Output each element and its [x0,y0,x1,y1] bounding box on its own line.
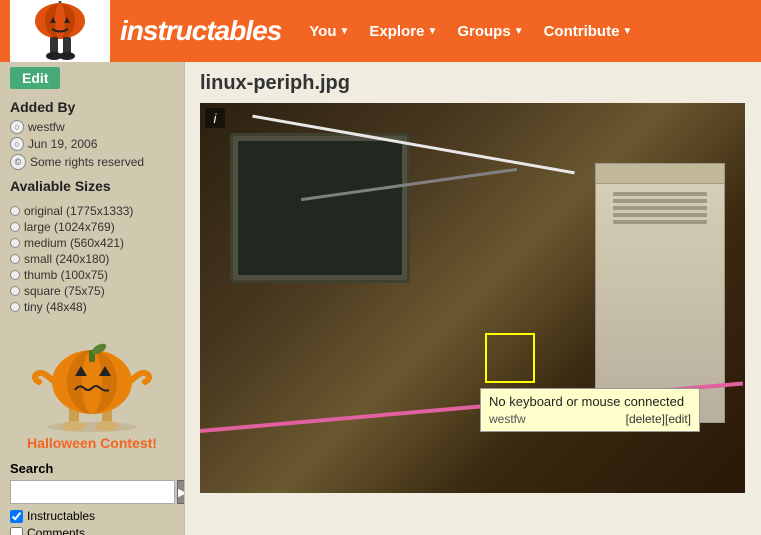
image-title: linux-periph.jpg [200,72,746,95]
author-icon: ○ [10,120,24,134]
sidebar: Edit Added By ○ westfw ○ Jun 19, 2006 © … [0,62,185,535]
size-large[interactable]: large (1024x769) [10,220,174,234]
image-tooltip: No keyboard or mouse connected westfw [d… [480,388,700,432]
monitor [230,133,410,283]
size-dot-square [10,286,20,296]
tooltip-author: westfw [489,412,526,426]
nav-contribute[interactable]: Contribute ▼ [536,19,641,44]
highlight-box [485,333,535,383]
photo-background [200,103,745,493]
nav-groups-arrow: ▼ [514,26,524,37]
size-square[interactable]: square (75x75) [10,284,174,298]
size-dot-medium [10,238,20,248]
nav-contribute-arrow: ▼ [622,26,632,37]
image-container: i No keyboard or mouse connected westfw … [200,103,745,493]
pc-slot [613,192,707,196]
pumpkin-illustration [27,322,157,432]
instructables-label: Instructables [27,509,95,523]
size-medium[interactable]: medium (560x421) [10,236,174,250]
nav-explore[interactable]: Explore ▼ [361,19,445,44]
size-original[interactable]: original (1775x1333) [10,204,174,218]
size-dot-original [10,206,20,216]
tooltip-edit-link[interactable]: [edit] [665,412,691,426]
rights-row: © Some rights reserved [10,154,174,170]
size-dot-tiny [10,302,20,312]
search-label: Search [10,461,174,476]
site-logo-text[interactable]: instructables [120,15,281,47]
date-row: ○ Jun 19, 2006 [10,137,174,151]
tooltip-delete-link[interactable]: [delete] [626,412,665,426]
pumpkin-area: Halloween Contest! [10,322,174,451]
main-content: linux-periph.jpg [185,62,761,535]
main-image: i No keyboard or mouse connected westfw … [200,103,745,493]
size-dot-small [10,254,20,264]
size-dot-thumb [10,270,20,280]
rights-text: Some rights reserved [30,155,144,169]
monitor-screen [238,141,402,275]
main-layout: Edit Added By ○ westfw ○ Jun 19, 2006 © … [0,62,761,535]
search-row: ▶ [10,480,174,504]
size-thumb[interactable]: thumb (100x75) [10,268,174,282]
tooltip-title: No keyboard or mouse connected [489,394,691,409]
size-small[interactable]: small (240x180) [10,252,174,266]
comments-label: Comments [27,526,85,535]
info-overlay-icon[interactable]: i [205,108,225,128]
logo-image [10,0,110,62]
logo-area: instructables [10,0,281,62]
comments-checkbox[interactable] [10,527,23,535]
copyright-icon: © [10,154,26,170]
nav-groups[interactable]: Groups ▼ [449,19,531,44]
pc-slot [613,213,707,217]
checkbox-instructables: Instructables [10,509,174,523]
main-nav: You ▼ Explore ▼ Groups ▼ Contribute ▼ [301,19,640,44]
instructables-checkbox[interactable] [10,510,23,523]
search-section: Search ▶ Instructables Comments [10,461,174,535]
size-dot-large [10,222,20,232]
header: instructables You ▼ Explore ▼ Groups ▼ C… [0,0,761,62]
pc-slot [613,199,707,203]
edit-button[interactable]: Edit [10,67,60,89]
search-button[interactable]: ▶ [177,480,185,504]
nav-you-arrow: ▼ [340,26,350,37]
tooltip-links: [delete][edit] [626,412,691,426]
nav-you[interactable]: You ▼ [301,19,357,44]
nav-explore-arrow: ▼ [427,26,437,37]
author-name[interactable]: westfw [28,120,65,134]
halloween-contest-link[interactable]: Halloween Contest! [27,435,157,451]
checkbox-comments: Comments [10,526,174,535]
added-by-label: Added By [10,99,174,115]
date-icon: ○ [10,137,24,151]
tooltip-footer: westfw [delete][edit] [489,412,691,426]
pc-top [596,164,724,184]
pc-slot [613,220,707,224]
search-input[interactable] [10,480,175,504]
author-row: ○ westfw [10,120,174,134]
pc-slots [596,184,724,232]
size-tiny[interactable]: tiny (48x48) [10,300,174,314]
sizes-title: Avaliable Sizes [10,178,174,194]
pc-slot [613,206,707,210]
date-value: Jun 19, 2006 [28,137,97,151]
